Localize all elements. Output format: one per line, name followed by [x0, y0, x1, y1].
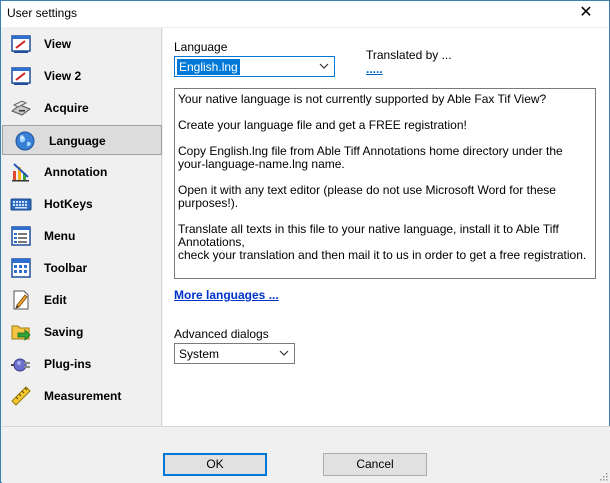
translator-link[interactable]: .....	[366, 62, 383, 76]
toolbar-icon	[11, 258, 31, 278]
sidebar-item-label: View 2	[44, 69, 82, 83]
sidebar-item-edit[interactable]: Edit	[2, 285, 162, 315]
sidebar-item-label: Annotation	[44, 165, 108, 179]
settings-sidebar: View View 2 Acquire Language Annotation …	[2, 28, 162, 426]
sidebar-item-hotkeys[interactable]: HotKeys	[2, 189, 162, 219]
info-paragraph: Your native language is not currently su…	[178, 92, 547, 106]
view2-icon	[11, 67, 31, 85]
sidebar-item-label: Acquire	[44, 101, 89, 115]
ruler-icon	[11, 386, 31, 406]
info-paragraph: Open it with any text editor (please do …	[178, 183, 556, 210]
sidebar-item-menu[interactable]: Menu	[2, 221, 162, 251]
sidebar-item-view[interactable]: View	[2, 29, 162, 59]
language-info-box: Your native language is not currently su…	[174, 88, 596, 279]
annotation-icon	[12, 163, 29, 182]
chevron-down-icon	[279, 350, 289, 356]
info-paragraph: Copy English.lng file from Able Tiff Ann…	[178, 144, 563, 171]
sidebar-item-label: Toolbar	[44, 261, 88, 275]
sidebar-item-label: Plug-ins	[44, 357, 92, 371]
sidebar-item-label: View	[44, 37, 72, 51]
menu-icon	[11, 226, 31, 246]
window-title: User settings	[7, 6, 78, 20]
info-paragraph: Create your language file and get a FREE…	[178, 118, 467, 132]
sidebar-item-label: Menu	[44, 229, 76, 243]
scanner-icon	[10, 100, 32, 116]
sidebar-item-label: Language	[49, 134, 106, 148]
sidebar-item-label: Saving	[44, 325, 84, 339]
settings-window: User settings ✕ View View 2 Acquire Lang…	[0, 0, 610, 483]
sidebar-item-measurement[interactable]: Measurement	[2, 381, 162, 411]
more-languages-link[interactable]: More languages ...	[174, 288, 279, 302]
sidebar-item-plugins[interactable]: Plug-ins	[2, 349, 162, 379]
view-icon	[11, 35, 31, 53]
sidebar-item-view-2[interactable]: View 2	[2, 61, 162, 91]
language-panel: Language English.lng Translated by ... .…	[163, 28, 609, 426]
advanced-dialogs-value: System	[179, 347, 220, 361]
ok-button[interactable]: OK	[163, 453, 267, 476]
save-icon	[11, 325, 31, 341]
sidebar-item-label: HotKeys	[44, 197, 93, 211]
advanced-dialogs-label: Advanced dialogs	[174, 327, 269, 341]
close-button[interactable]: ✕	[563, 1, 609, 27]
title-bar: User settings ✕	[1, 1, 609, 27]
globe-icon	[15, 131, 35, 151]
dialog-footer: OK Cancel	[2, 426, 610, 483]
language-label: Language	[174, 40, 228, 54]
language-select-value: English.lng	[177, 59, 240, 75]
language-select[interactable]: English.lng	[174, 56, 335, 77]
sidebar-item-acquire[interactable]: Acquire	[2, 93, 162, 123]
sidebar-item-label: Measurement	[44, 389, 122, 403]
edit-icon	[13, 290, 29, 310]
sidebar-item-annotation[interactable]: Annotation	[2, 157, 162, 187]
keyboard-icon	[10, 198, 32, 211]
resize-grip-icon[interactable]	[598, 471, 608, 481]
plugin-icon	[11, 358, 30, 372]
cancel-button[interactable]: Cancel	[323, 453, 427, 476]
translated-by-label: Translated by ...	[366, 48, 452, 62]
sidebar-item-saving[interactable]: Saving	[2, 317, 162, 347]
sidebar-item-toolbar[interactable]: Toolbar	[2, 253, 162, 283]
info-paragraph: Translate all texts in this file to your…	[178, 222, 587, 262]
advanced-dialogs-select[interactable]: System	[174, 343, 295, 364]
chevron-down-icon	[319, 63, 329, 69]
sidebar-item-language[interactable]: Language	[2, 125, 162, 155]
sidebar-item-label: Edit	[44, 293, 67, 307]
